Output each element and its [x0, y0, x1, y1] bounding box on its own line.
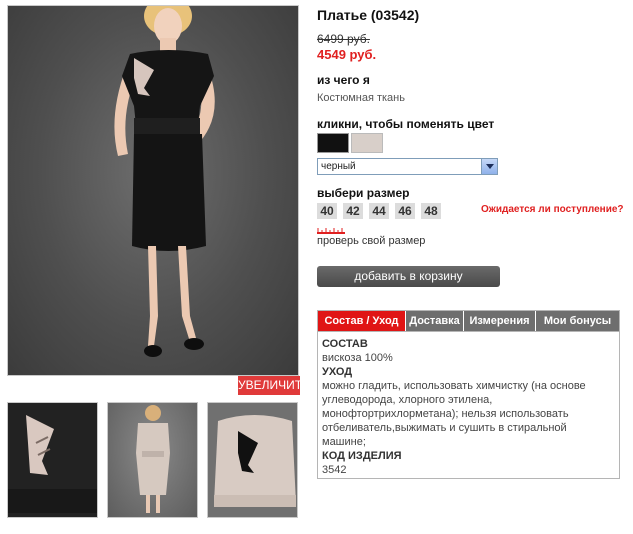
main-product-photo[interactable]: [7, 5, 299, 376]
material-label: из чего я: [317, 73, 370, 87]
color-swatch-black[interactable]: [317, 133, 349, 153]
color-select-value: черный: [321, 161, 356, 172]
care-line: можно гладить, использовать химчистку (н…: [322, 380, 586, 392]
product-details-panel: Состав / Уход Доставка Измерения Мои бон…: [317, 310, 620, 479]
color-swatch-beige[interactable]: [351, 133, 383, 153]
size-option-42[interactable]: 42: [343, 203, 363, 219]
color-label: кликни, чтобы поменять цвет: [317, 117, 495, 131]
tab-measurements[interactable]: Измерения: [464, 311, 536, 331]
thumbnail-3[interactable]: [207, 402, 298, 518]
ruler-icon: [317, 228, 345, 234]
composition-heading: СОСТАВ: [322, 338, 368, 350]
product-title: Платье (03542): [317, 7, 420, 23]
product-code-heading: КОД ИЗДЕЛИЯ: [322, 450, 402, 462]
tab-delivery[interactable]: Доставка: [406, 311, 464, 331]
old-price: 6499 руб.: [317, 32, 370, 46]
thumbnail-2[interactable]: [107, 402, 198, 518]
tab-my-bonuses[interactable]: Мои бонусы: [536, 311, 619, 331]
size-option-44[interactable]: 44: [369, 203, 389, 219]
size-label: выбери размер: [317, 186, 410, 200]
care-line: монофтортрихлорметана); нельзя использов…: [322, 408, 569, 420]
care-line: машине;: [322, 436, 366, 448]
composition-text: вискоза 100%: [322, 352, 393, 364]
size-option-46[interactable]: 46: [395, 203, 415, 219]
chevron-down-icon[interactable]: [481, 159, 497, 174]
thumbnail-1[interactable]: [7, 402, 98, 518]
zoom-button[interactable]: УВЕЛИЧИТЬ: [238, 376, 310, 395]
add-to-cart-button[interactable]: добавить в корзину: [317, 266, 500, 287]
tab-content: СОСТАВ вискоза 100% УХОД можно гладить, …: [318, 332, 619, 477]
product-code-text: 3542: [322, 464, 347, 476]
availability-link[interactable]: Ожидается ли поступление?: [481, 204, 624, 215]
size-option-48[interactable]: 48: [421, 203, 441, 219]
check-size-link[interactable]: проверь свой размер: [317, 235, 425, 247]
material-value: Костюмная ткань: [317, 92, 405, 104]
tab-composition-care[interactable]: Состав / Уход: [318, 311, 406, 331]
color-select[interactable]: черный: [317, 158, 498, 175]
size-option-40[interactable]: 40: [317, 203, 337, 219]
new-price: 4549 руб.: [317, 47, 377, 62]
care-heading: УХОД: [322, 366, 353, 378]
care-line: отбеливатель,выжимать и сушить в стираль…: [322, 422, 567, 434]
tab-bar: Состав / Уход Доставка Измерения Мои бон…: [318, 311, 619, 332]
care-line: углеводорода, хлорного этилена,: [322, 394, 493, 406]
